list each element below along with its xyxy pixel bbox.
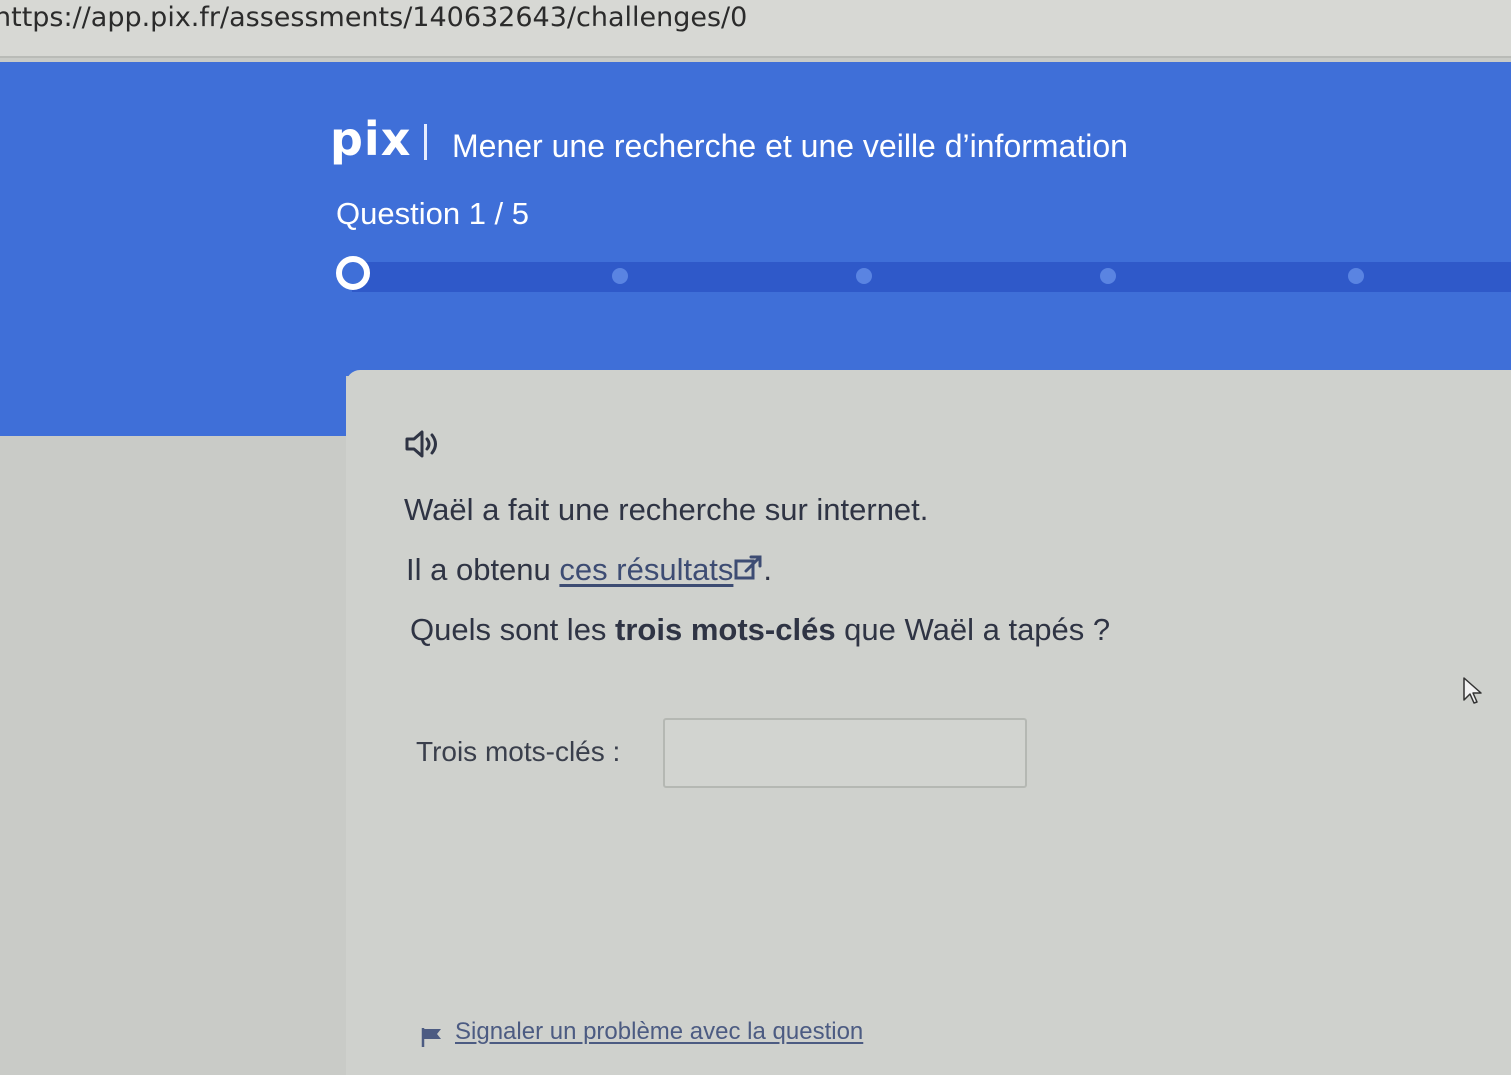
browser-url-bar[interactable]: https://app.pix.fr/assessments/140632643… bbox=[0, 0, 1511, 58]
progress-bar bbox=[352, 262, 1511, 292]
answer-label: Trois mots-clés : bbox=[416, 736, 621, 767]
progress-step bbox=[856, 268, 872, 284]
speaker-icon[interactable] bbox=[404, 428, 442, 460]
progress-step bbox=[1348, 268, 1364, 284]
cursor-icon bbox=[1463, 677, 1482, 704]
instruction-line-3: Quels sont les trois mots-clés que Waël … bbox=[410, 612, 1110, 648]
instruction-text: que Waël a tapés ? bbox=[835, 612, 1111, 647]
header-banner-extension bbox=[0, 376, 346, 436]
progress-step-current bbox=[336, 256, 370, 290]
logo-separator bbox=[424, 124, 427, 160]
url-text: https://app.pix.fr/assessments/140632643… bbox=[0, 2, 748, 33]
instruction-emphasis: trois mots-clés bbox=[615, 612, 836, 647]
external-link-icon[interactable] bbox=[733, 554, 763, 582]
report-problem-link[interactable]: Signaler un problème avec la question bbox=[455, 1018, 863, 1046]
instruction-line-1: Waël a fait une recherche sur internet. bbox=[404, 492, 929, 527]
header-banner bbox=[0, 62, 1511, 376]
progress-step bbox=[1100, 268, 1116, 284]
results-link[interactable]: ces résultats bbox=[559, 552, 733, 587]
pix-logo[interactable]: pix bbox=[330, 112, 411, 166]
question-counter: Question 1 / 5 bbox=[336, 196, 530, 231]
assessment-title: Mener une recherche et une veille d’info… bbox=[452, 128, 1128, 164]
instruction-text: Quels sont les bbox=[410, 612, 616, 647]
instruction-text: . bbox=[763, 552, 773, 587]
progress-step bbox=[612, 268, 628, 284]
instruction-text: Il a obtenu bbox=[406, 552, 560, 587]
instruction-line-2: Il a obtenu ces résultats . bbox=[406, 552, 772, 588]
flag-icon bbox=[421, 1028, 441, 1047]
keywords-input[interactable] bbox=[663, 718, 1027, 788]
